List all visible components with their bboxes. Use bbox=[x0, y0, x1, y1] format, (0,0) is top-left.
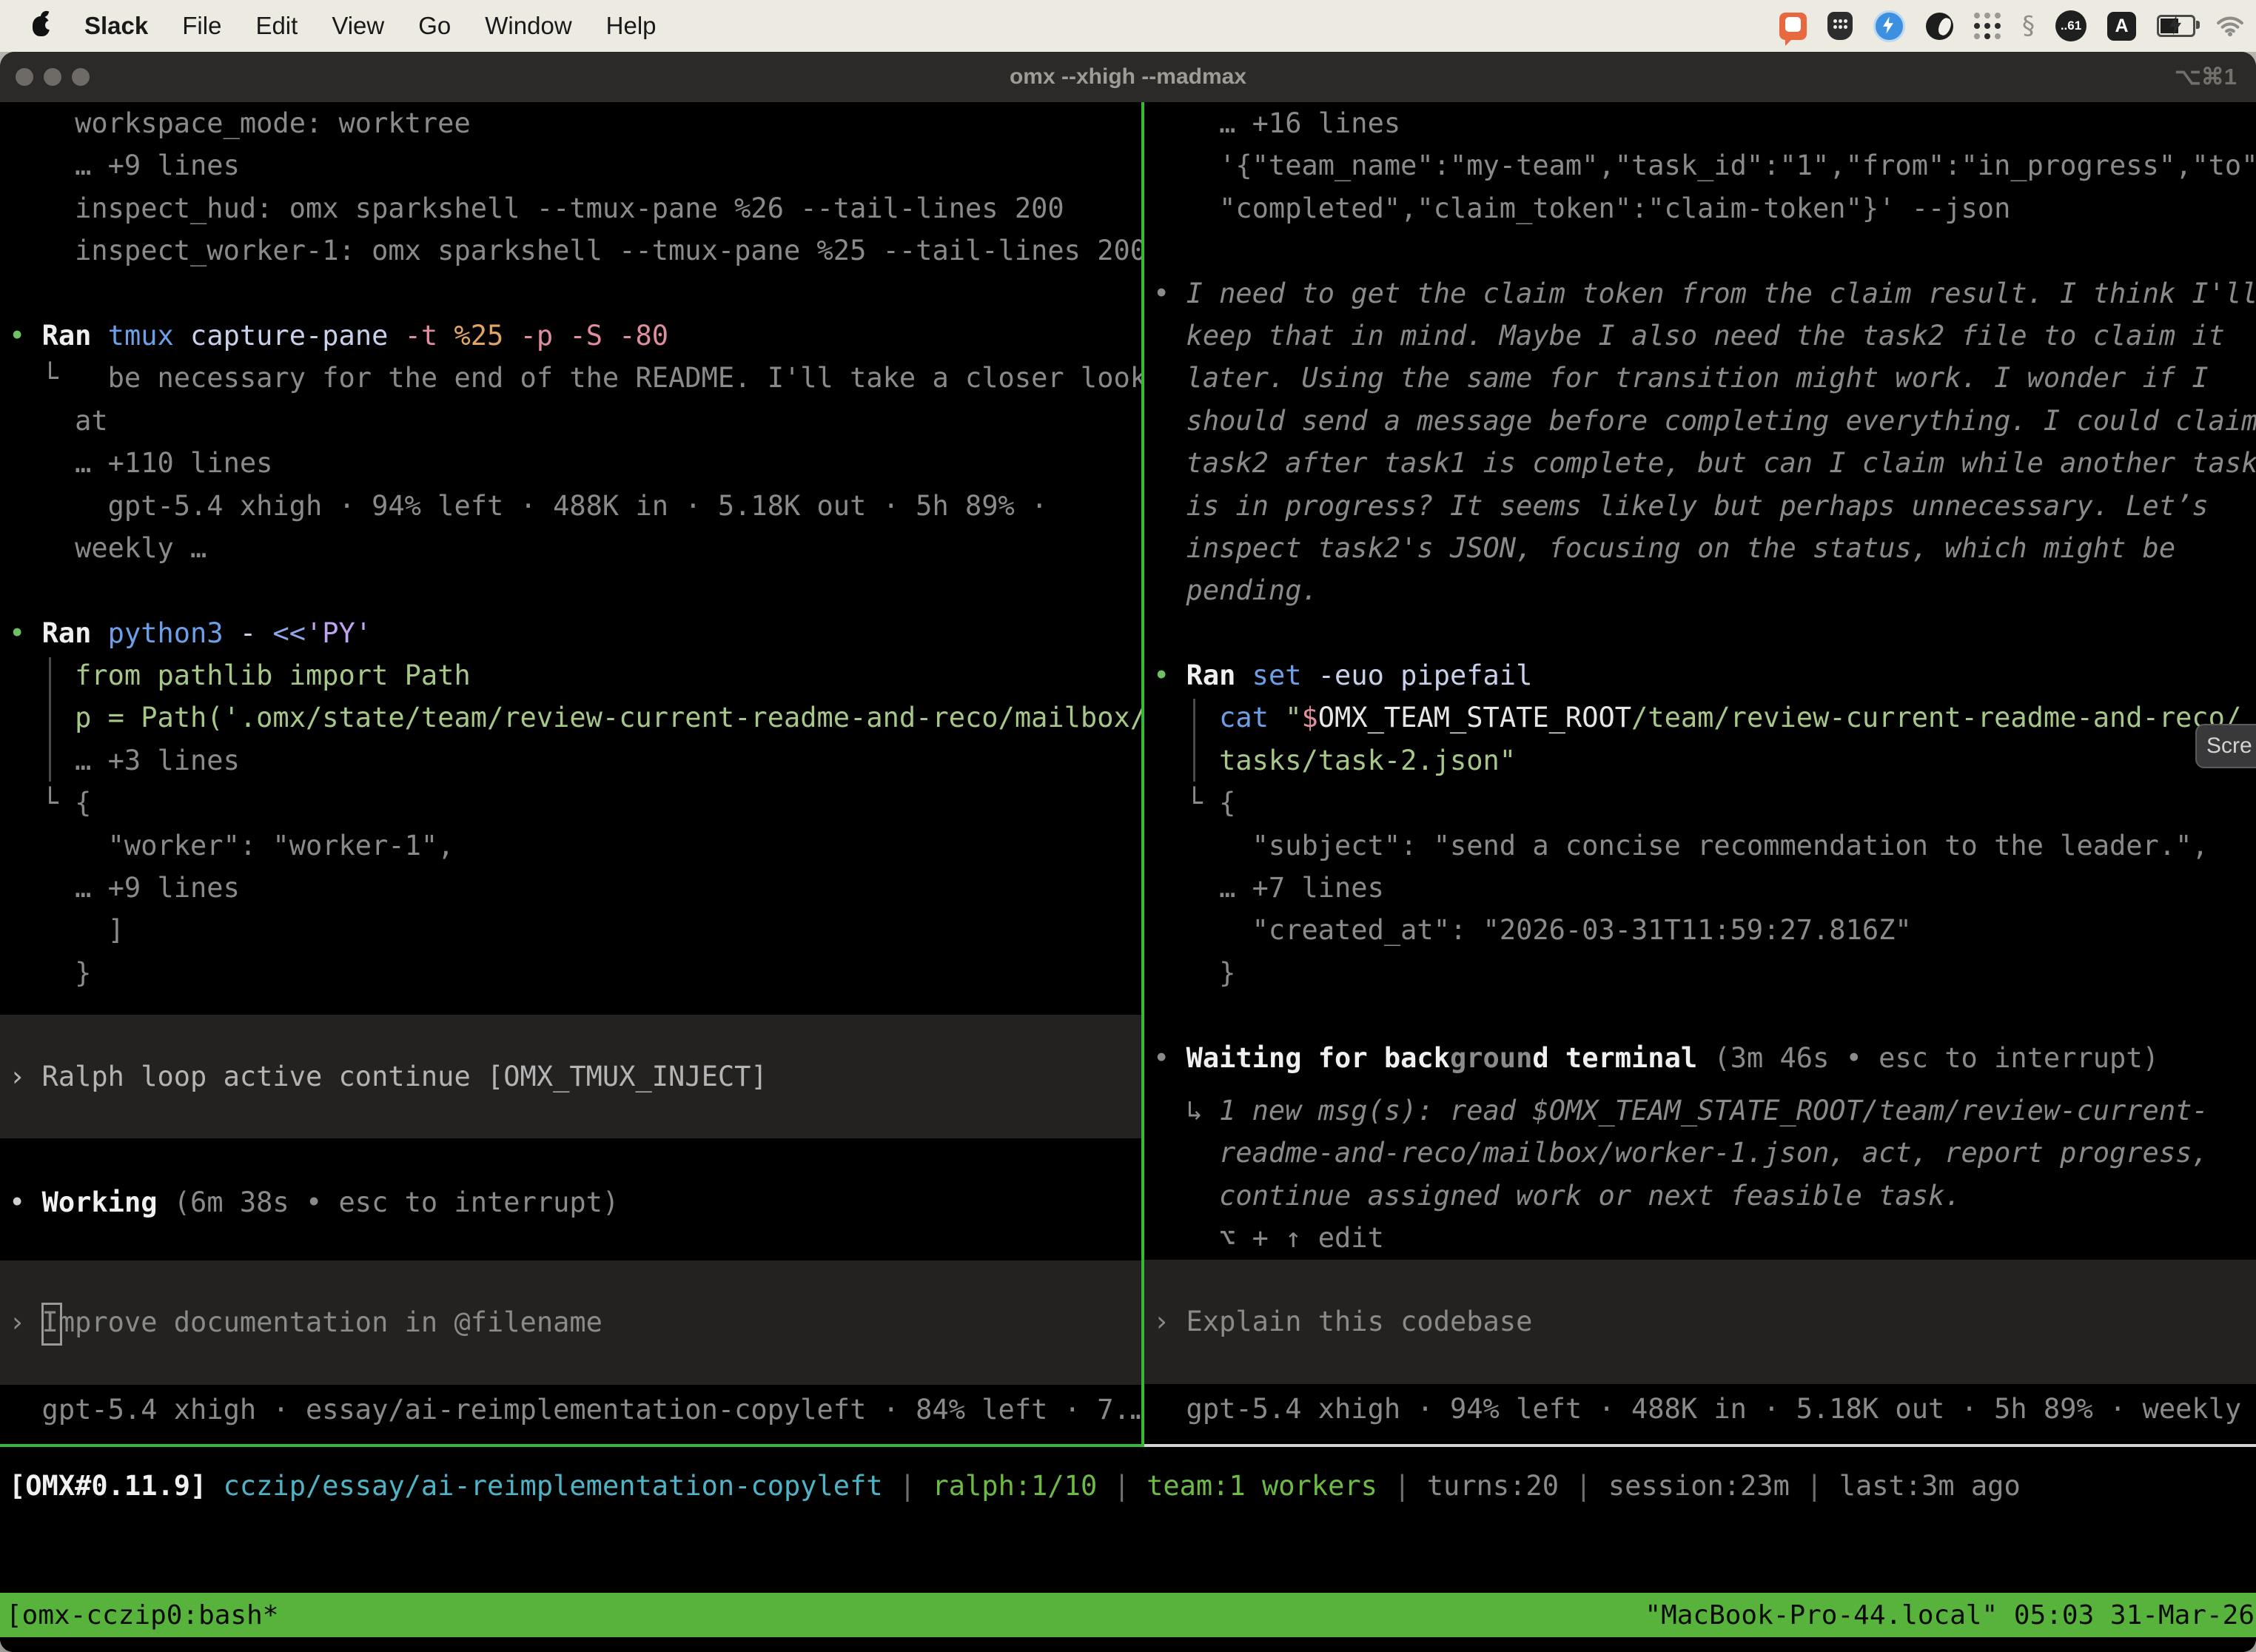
window-titlebar: omx --xhigh --madmax ⌥⌘1 bbox=[0, 52, 2256, 102]
omx-status-bar: [OMX#0.11.9] cczip/essay/ai-reimplementa… bbox=[0, 1465, 2256, 1507]
terminal-window: omx --xhigh --madmax ⌥⌘1 workspace_mode:… bbox=[0, 52, 2256, 1652]
prompt-input-right[interactable]: › Explain this codebase bbox=[1144, 1260, 2256, 1384]
tmux-host-clock: "MacBook-Pro-44.local" 05:03 31-Mar-26 bbox=[1645, 1600, 2255, 1631]
screen-overlay-chip[interactable]: Scre bbox=[2195, 724, 2256, 768]
apple-menu[interactable] bbox=[0, 16, 67, 36]
window-shortcut-hint: ⌥⌘1 bbox=[2175, 64, 2237, 90]
menu-bar: Slack File Edit View Go Window Help § ..… bbox=[0, 0, 2256, 52]
model-status-right: gpt-5.4 xhigh · 94% left · 488K in · 5.1… bbox=[1144, 1388, 2256, 1430]
squiggle-menubar-icon[interactable]: § bbox=[2022, 11, 2035, 41]
ralph-loop-notice: › Ralph loop active continue [OMX_TMUX_I… bbox=[0, 1015, 1141, 1138]
indent-guide bbox=[1193, 699, 1195, 782]
text-cursor bbox=[41, 1303, 62, 1346]
menu-item-view[interactable]: View bbox=[315, 12, 401, 40]
wifi-menubar-icon[interactable] bbox=[2216, 15, 2244, 37]
input-source-menubar-icon[interactable]: A bbox=[2107, 12, 2136, 41]
window-bottom-edge bbox=[0, 1637, 2256, 1652]
menu-item-help[interactable]: Help bbox=[589, 12, 674, 40]
zoom-button[interactable] bbox=[72, 68, 90, 86]
chat-app-menubar-icon[interactable] bbox=[1779, 13, 1807, 40]
menu-item-edit[interactable]: Edit bbox=[238, 12, 315, 40]
tmux-status-bar: [omx-cczip0:bash* "MacBook-Pro-44.local"… bbox=[0, 1593, 2256, 1637]
window-title: omx --xhigh --madmax bbox=[1010, 64, 1246, 90]
tmux-panes: workspace_mode: worktree … +9 lines insp… bbox=[0, 102, 2256, 1446]
menu-item-file[interactable]: File bbox=[165, 12, 238, 40]
pane-left[interactable]: workspace_mode: worktree … +9 lines insp… bbox=[0, 102, 1141, 1446]
close-button[interactable] bbox=[16, 68, 33, 86]
indent-guide bbox=[49, 657, 51, 782]
menu-item-go[interactable]: Go bbox=[401, 12, 468, 40]
terminal-lines-left: workspace_mode: worktree … +9 lines insp… bbox=[0, 102, 1141, 994]
working-status: • Working (6m 38s • esc to interrupt) bbox=[0, 1181, 1141, 1223]
terminal-content: workspace_mode: worktree … +9 lines insp… bbox=[0, 102, 2256, 1593]
menu-status-icons: § ..61 A bbox=[1779, 10, 2256, 42]
pane-bottom-border-inactive bbox=[1144, 1444, 2256, 1447]
pane-bottom-border-active bbox=[0, 1444, 1144, 1447]
pane-right[interactable]: … +16 lines '{"team_name":"my-team","tas… bbox=[1144, 102, 2256, 1446]
model-status-left: gpt-5.4 xhigh · essay/ai-reimplementatio… bbox=[0, 1389, 1141, 1431]
tmux-session-name: [omx-cczip0:bash* bbox=[6, 1600, 278, 1631]
dots-grid-menubar-icon[interactable] bbox=[1974, 13, 2001, 40]
battery-menubar-icon[interactable] bbox=[2157, 15, 2195, 37]
mailbox-message: ↳ 1 new msg(s): read $OMX_TEAM_STATE_ROO… bbox=[1144, 1089, 2256, 1260]
minimize-button[interactable] bbox=[44, 68, 61, 86]
terminal-lines-right: … +16 lines '{"team_name":"my-team","tas… bbox=[1144, 102, 2256, 1079]
apple-icon bbox=[33, 16, 50, 36]
menu-app-name[interactable]: Slack bbox=[67, 12, 165, 40]
menu-item-window[interactable]: Window bbox=[468, 12, 588, 40]
crescent-menubar-icon[interactable] bbox=[1926, 13, 1953, 40]
prompt-input-left[interactable]: › Improve documentation in @filename bbox=[0, 1260, 1141, 1385]
shield-grid-menubar-icon[interactable] bbox=[1827, 12, 1853, 40]
timer-badge-menubar-icon[interactable]: ..61 bbox=[2055, 10, 2087, 41]
blue-bolt-menubar-icon[interactable] bbox=[1873, 10, 1905, 42]
